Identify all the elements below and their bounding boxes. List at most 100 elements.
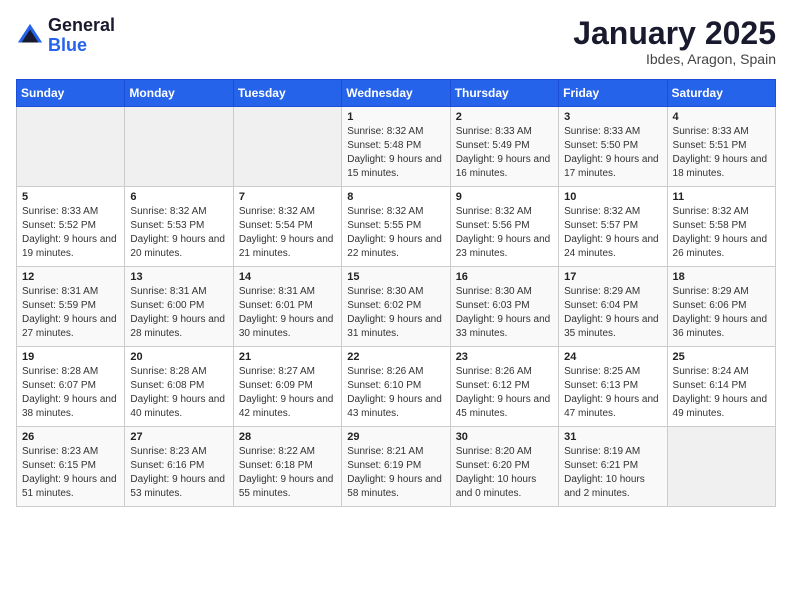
day-info: Sunrise: 8:32 AM Sunset: 5:58 PM Dayligh…	[673, 205, 770, 261]
day-info: Sunrise: 8:32 AM Sunset: 5:48 PM Dayligh…	[347, 125, 444, 181]
day-cell: 18 Sunrise: 8:29 AM Sunset: 6:06 PM Dayli…	[667, 267, 775, 347]
day-number: 18	[673, 271, 770, 283]
day-number: 15	[347, 271, 444, 283]
day-info: Sunrise: 8:29 AM Sunset: 6:04 PM Dayligh…	[564, 285, 661, 341]
day-cell: 19 Sunrise: 8:28 AM Sunset: 6:07 PM Dayli…	[17, 347, 125, 427]
day-cell: 5 Sunrise: 8:33 AM Sunset: 5:52 PM Daylig…	[17, 187, 125, 267]
day-info: Sunrise: 8:27 AM Sunset: 6:09 PM Dayligh…	[239, 365, 336, 421]
day-number: 21	[239, 351, 336, 363]
day-info: Sunrise: 8:32 AM Sunset: 5:54 PM Dayligh…	[239, 205, 336, 261]
day-cell: 9 Sunrise: 8:32 AM Sunset: 5:56 PM Daylig…	[450, 187, 558, 267]
day-info: Sunrise: 8:33 AM Sunset: 5:49 PM Dayligh…	[456, 125, 553, 181]
day-info: Sunrise: 8:33 AM Sunset: 5:51 PM Dayligh…	[673, 125, 770, 181]
day-cell: 30 Sunrise: 8:20 AM Sunset: 6:20 PM Dayli…	[450, 427, 558, 507]
day-cell: 22 Sunrise: 8:26 AM Sunset: 6:10 PM Dayli…	[342, 347, 450, 427]
month-title: January 2025	[573, 16, 776, 51]
day-cell: 24 Sunrise: 8:25 AM Sunset: 6:13 PM Dayli…	[559, 347, 667, 427]
day-cell: 23Sunrise: 8:26 AM Sunset: 6:12 PM Dayli…	[450, 347, 558, 427]
day-number: 26	[22, 431, 119, 443]
day-info: Sunrise: 8:33 AM Sunset: 5:50 PM Dayligh…	[564, 125, 661, 181]
day-number: 24	[564, 351, 661, 363]
day-info: Sunrise: 8:19 AM Sunset: 6:21 PM Dayligh…	[564, 445, 661, 501]
day-info: Sunrise: 8:22 AM Sunset: 6:18 PM Dayligh…	[239, 445, 336, 501]
day-number: 14	[239, 271, 336, 283]
day-number: 29	[347, 431, 444, 443]
day-info: Sunrise: 8:24 AM Sunset: 6:14 PM Dayligh…	[673, 365, 770, 421]
day-cell: 17 Sunrise: 8:29 AM Sunset: 6:04 PM Dayli…	[559, 267, 667, 347]
logo-icon	[16, 22, 44, 50]
weekday-header-row: SundayMondayTuesdayWednesdayThursdayFrid…	[17, 80, 776, 107]
calendar-body: 1 Sunrise: 8:32 AM Sunset: 5:48 PM Daylig…	[17, 107, 776, 507]
day-number: 17	[564, 271, 661, 283]
day-info: Sunrise: 8:23 AM Sunset: 6:15 PM Dayligh…	[22, 445, 119, 501]
day-number: 4	[673, 111, 770, 123]
day-number: 22	[347, 351, 444, 363]
day-cell: 4 Sunrise: 8:33 AM Sunset: 5:51 PM Daylig…	[667, 107, 775, 187]
day-number: 25	[673, 351, 770, 363]
day-cell: 3 Sunrise: 8:33 AM Sunset: 5:50 PM Daylig…	[559, 107, 667, 187]
day-cell: 7 Sunrise: 8:32 AM Sunset: 5:54 PM Daylig…	[233, 187, 341, 267]
day-info: Sunrise: 8:30 AM Sunset: 6:02 PM Dayligh…	[347, 285, 444, 341]
day-cell	[667, 427, 775, 507]
weekday-header-thursday: Thursday	[450, 80, 558, 107]
weekday-header-monday: Monday	[125, 80, 233, 107]
day-number: 20	[130, 351, 227, 363]
day-info: Sunrise: 8:32 AM Sunset: 5:55 PM Dayligh…	[347, 205, 444, 261]
day-cell: 25 Sunrise: 8:24 AM Sunset: 6:14 PM Dayli…	[667, 347, 775, 427]
day-cell: 2Sunrise: 8:33 AM Sunset: 5:49 PM Daylig…	[450, 107, 558, 187]
day-cell: 31Sunrise: 8:19 AM Sunset: 6:21 PM Dayli…	[559, 427, 667, 507]
day-cell: 26 Sunrise: 8:23 AM Sunset: 6:15 PM Dayli…	[17, 427, 125, 507]
day-info: Sunrise: 8:31 AM Sunset: 6:00 PM Dayligh…	[130, 285, 227, 341]
day-cell: 11Sunrise: 8:32 AM Sunset: 5:58 PM Dayli…	[667, 187, 775, 267]
calendar-header: SundayMondayTuesdayWednesdayThursdayFrid…	[17, 80, 776, 107]
day-cell	[125, 107, 233, 187]
day-number: 28	[239, 431, 336, 443]
day-number: 8	[347, 191, 444, 203]
location: Ibdes, Aragon, Spain	[573, 51, 776, 67]
day-number: 5	[22, 191, 119, 203]
day-number: 16	[456, 271, 553, 283]
day-number: 10	[564, 191, 661, 203]
day-number: 23	[456, 351, 553, 363]
day-cell: 13Sunrise: 8:31 AM Sunset: 6:00 PM Dayli…	[125, 267, 233, 347]
weekday-header-tuesday: Tuesday	[233, 80, 341, 107]
day-info: Sunrise: 8:28 AM Sunset: 6:08 PM Dayligh…	[130, 365, 227, 421]
day-info: Sunrise: 8:25 AM Sunset: 6:13 PM Dayligh…	[564, 365, 661, 421]
day-info: Sunrise: 8:20 AM Sunset: 6:20 PM Dayligh…	[456, 445, 553, 501]
day-number: 3	[564, 111, 661, 123]
day-info: Sunrise: 8:23 AM Sunset: 6:16 PM Dayligh…	[130, 445, 227, 501]
week-row-3: 12Sunrise: 8:31 AM Sunset: 5:59 PM Dayli…	[17, 267, 776, 347]
logo-text: General Blue	[48, 16, 115, 56]
day-number: 7	[239, 191, 336, 203]
logo-blue-text: Blue	[48, 36, 115, 56]
day-cell: 20 Sunrise: 8:28 AM Sunset: 6:08 PM Dayli…	[125, 347, 233, 427]
day-number: 12	[22, 271, 119, 283]
weekday-header-sunday: Sunday	[17, 80, 125, 107]
day-number: 1	[347, 111, 444, 123]
day-info: Sunrise: 8:31 AM Sunset: 6:01 PM Dayligh…	[239, 285, 336, 341]
day-info: Sunrise: 8:32 AM Sunset: 5:57 PM Dayligh…	[564, 205, 661, 261]
day-info: Sunrise: 8:30 AM Sunset: 6:03 PM Dayligh…	[456, 285, 553, 341]
day-info: Sunrise: 8:26 AM Sunset: 6:10 PM Dayligh…	[347, 365, 444, 421]
day-info: Sunrise: 8:33 AM Sunset: 5:52 PM Dayligh…	[22, 205, 119, 261]
day-number: 9	[456, 191, 553, 203]
day-number: 27	[130, 431, 227, 443]
calendar-table: SundayMondayTuesdayWednesdayThursdayFrid…	[16, 79, 776, 507]
day-cell	[233, 107, 341, 187]
day-cell: 28 Sunrise: 8:22 AM Sunset: 6:18 PM Dayli…	[233, 427, 341, 507]
title-block: January 2025 Ibdes, Aragon, Spain	[573, 16, 776, 67]
day-number: 19	[22, 351, 119, 363]
day-cell: 6Sunrise: 8:32 AM Sunset: 5:53 PM Daylig…	[125, 187, 233, 267]
week-row-5: 26 Sunrise: 8:23 AM Sunset: 6:15 PM Dayli…	[17, 427, 776, 507]
day-number: 6	[130, 191, 227, 203]
day-cell: 1 Sunrise: 8:32 AM Sunset: 5:48 PM Daylig…	[342, 107, 450, 187]
day-info: Sunrise: 8:29 AM Sunset: 6:06 PM Dayligh…	[673, 285, 770, 341]
logo: General Blue	[16, 16, 115, 56]
day-info: Sunrise: 8:32 AM Sunset: 5:56 PM Dayligh…	[456, 205, 553, 261]
day-number: 30	[456, 431, 553, 443]
day-info: Sunrise: 8:28 AM Sunset: 6:07 PM Dayligh…	[22, 365, 119, 421]
weekday-header-friday: Friday	[559, 80, 667, 107]
day-cell: 21 Sunrise: 8:27 AM Sunset: 6:09 PM Dayli…	[233, 347, 341, 427]
day-cell: 16 Sunrise: 8:30 AM Sunset: 6:03 PM Dayli…	[450, 267, 558, 347]
day-cell: 10 Sunrise: 8:32 AM Sunset: 5:57 PM Dayli…	[559, 187, 667, 267]
